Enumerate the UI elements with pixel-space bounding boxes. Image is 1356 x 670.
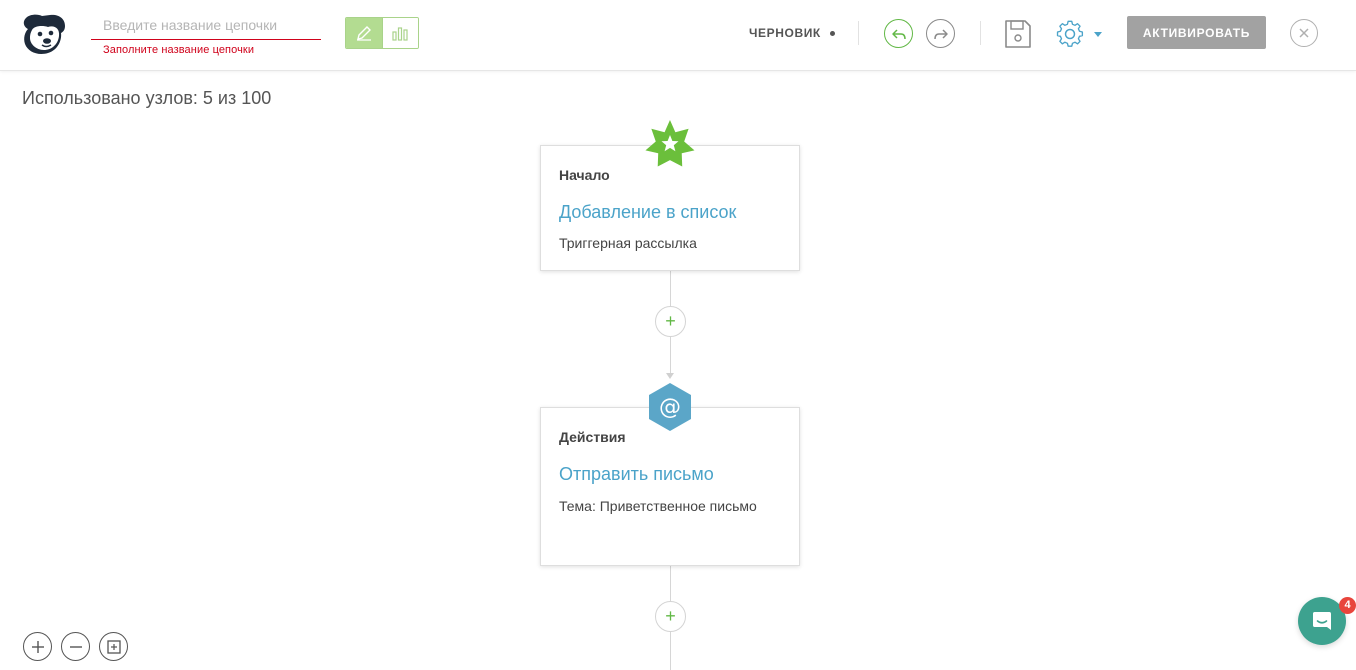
edit-mode-button[interactable] xyxy=(346,18,382,48)
top-bar: Заполните название цепочки ЧЕРНОВИК xyxy=(0,0,1356,71)
connector-arrow xyxy=(666,373,674,379)
undo-icon xyxy=(891,28,906,39)
redo-icon xyxy=(933,28,948,39)
mode-toggle xyxy=(345,17,419,49)
nodes-used-counter: Использовано узлов: 5 из 100 xyxy=(22,88,272,108)
at-sign-icon: @ xyxy=(649,383,691,431)
status-indicator: ЧЕРНОВИК xyxy=(749,26,835,40)
chain-name-error: Заполните название цепочки xyxy=(103,44,255,56)
node-description: Тема: Приветственное письмо xyxy=(559,498,757,514)
node-title[interactable]: Добавление в список xyxy=(559,202,736,223)
zoom-out-button[interactable] xyxy=(61,632,90,661)
node-type-label: Действия xyxy=(559,429,626,445)
zoom-in-button[interactable] xyxy=(23,632,52,661)
redo-button[interactable] xyxy=(926,19,955,48)
pencil-icon xyxy=(356,26,371,41)
chat-icon xyxy=(1313,612,1331,630)
floppy-disk-icon[interactable] xyxy=(1004,19,1032,49)
svg-text:@: @ xyxy=(659,395,681,420)
fit-to-screen-button[interactable] xyxy=(99,632,128,661)
node-description: Триггерная рассылка xyxy=(559,235,697,251)
logo-icon[interactable] xyxy=(20,12,68,56)
node-type-label: Начало xyxy=(559,167,610,183)
divider xyxy=(858,21,859,45)
chain-name-input[interactable] xyxy=(91,10,321,40)
fit-to-screen-icon xyxy=(106,639,121,654)
close-button[interactable] xyxy=(1290,19,1318,47)
divider xyxy=(980,21,981,45)
activate-button[interactable]: АКТИВИРОВАТЬ xyxy=(1127,16,1266,49)
zoom-in-icon xyxy=(31,640,44,653)
status-dot xyxy=(829,30,835,36)
chat-unread-badge: 4 xyxy=(1339,597,1356,614)
star-icon xyxy=(645,119,695,167)
stats-mode-button[interactable] xyxy=(381,18,418,48)
zoom-out-icon xyxy=(69,645,82,648)
bar-chart-icon xyxy=(392,27,409,41)
gear-icon xyxy=(1056,20,1084,47)
add-node-button[interactable]: + xyxy=(655,601,686,632)
settings-button[interactable] xyxy=(1056,19,1106,49)
add-node-button[interactable]: + xyxy=(655,306,686,337)
status-label: ЧЕРНОВИК xyxy=(749,26,821,40)
chain-name-field: Заполните название цепочки xyxy=(91,10,321,56)
undo-button[interactable] xyxy=(884,19,913,48)
chevron-down-icon xyxy=(1094,32,1102,37)
close-icon xyxy=(1299,28,1309,38)
node-title[interactable]: Отправить письмо xyxy=(559,464,714,485)
